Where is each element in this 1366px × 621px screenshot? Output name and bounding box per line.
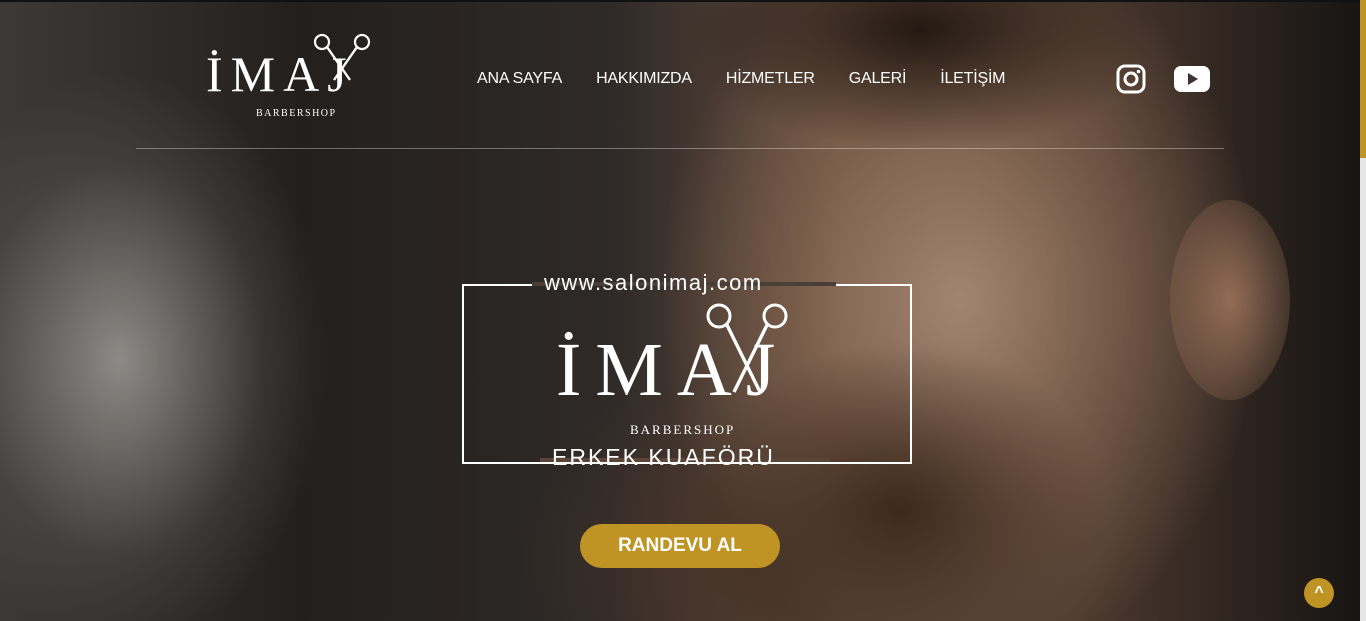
scissors-icon <box>706 303 788 393</box>
scissors-icon <box>313 33 371 81</box>
nav-item-contact[interactable]: İLETİŞİM <box>940 70 1005 88</box>
nav-item-home[interactable]: ANA SAYFA <box>477 70 562 88</box>
hero-brand-logo: www.salonimaj.com İMAJ BARBERSHOP ERKEK … <box>462 270 912 470</box>
brand-subtitle: BARBERSHOP <box>630 422 736 437</box>
logo-subtitle: BARBERSHOP <box>256 108 337 119</box>
nav-item-gallery[interactable]: GALERİ <box>849 70 907 88</box>
nav-item-about[interactable]: HAKKIMIZDA <box>596 70 692 88</box>
instagram-icon[interactable] <box>1116 64 1146 94</box>
book-appointment-button[interactable]: RANDEVU AL <box>580 524 780 568</box>
scrollbar-thumb[interactable] <box>1360 0 1366 158</box>
youtube-icon[interactable] <box>1174 66 1210 92</box>
site-header: İMAJ BARBERSHOP ANA SAYFA HAKKIMIZDA HİZ… <box>136 0 1224 149</box>
main-nav: ANA SAYFA HAKKIMIZDA HİZMETLER GALERİ İL… <box>477 70 1039 88</box>
page-scrollbar[interactable] <box>1360 0 1366 621</box>
brand-tagline: ERKEK KUAFÖRÜ <box>552 444 775 470</box>
nav-item-services[interactable]: HİZMETLER <box>726 70 815 88</box>
social-links <box>1116 64 1210 94</box>
site-logo[interactable]: İMAJ BARBERSHOP <box>206 32 392 124</box>
back-to-top-button[interactable]: ^ <box>1304 578 1334 608</box>
website-url: www.salonimaj.com <box>544 270 763 295</box>
